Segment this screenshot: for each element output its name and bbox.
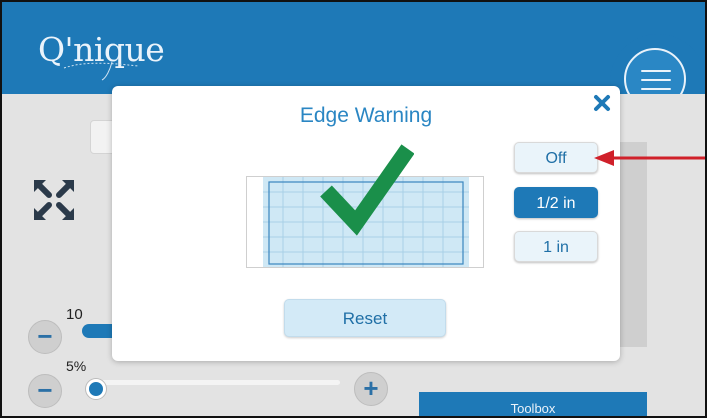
app-header: Q'nique xyxy=(2,2,705,94)
zoom-minus-button[interactable]: − xyxy=(28,320,62,354)
app-window: Q'nique 10 − 5% − + Toolbox Edge Warning xyxy=(0,0,707,418)
edge-option-one-inch[interactable]: 1 in xyxy=(514,231,598,262)
hamburger-menu-icon xyxy=(641,70,671,72)
zoom-value-label: 10 xyxy=(66,306,83,323)
hamburger-line xyxy=(641,79,671,81)
red-arrow-pointer-icon xyxy=(594,150,705,166)
percent-slider-knob[interactable] xyxy=(86,379,106,399)
dialog-title: Edge Warning xyxy=(299,104,433,127)
logo-swash-icon xyxy=(63,61,139,81)
edge-option-off[interactable]: Off xyxy=(514,142,598,173)
expand-icon[interactable] xyxy=(32,178,76,222)
percent-label: 5% xyxy=(66,358,87,374)
edge-option-half-inch[interactable]: 1/2 in xyxy=(514,187,598,218)
percent-minus-button[interactable]: − xyxy=(28,374,62,408)
close-icon[interactable] xyxy=(593,94,611,112)
percent-slider-track[interactable] xyxy=(98,380,340,385)
checkmark-icon xyxy=(320,144,414,236)
edge-warning-dialog: Edge Warning Off 1/2 in 1 in Reset xyxy=(112,86,620,361)
toolbox-button[interactable]: Toolbox xyxy=(419,392,647,416)
percent-plus-button[interactable]: + xyxy=(354,372,388,406)
hamburger-line xyxy=(641,88,671,90)
side-panel xyxy=(617,142,647,347)
reset-button[interactable]: Reset xyxy=(284,299,446,337)
